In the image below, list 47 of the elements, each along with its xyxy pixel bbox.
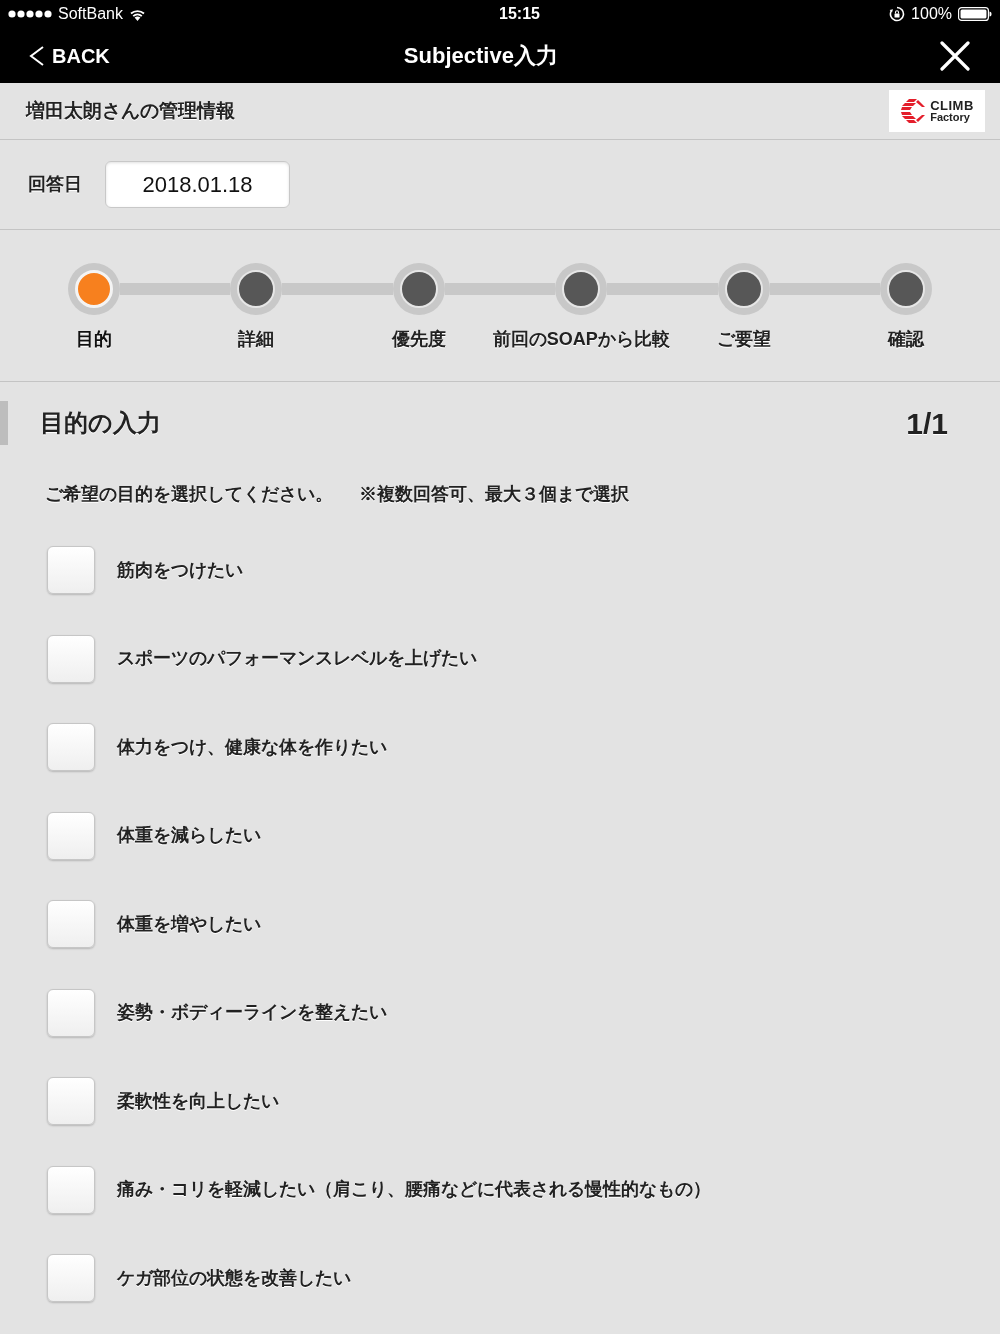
screen-title: Subjective入力 — [403, 44, 558, 67]
step-label: 確認 — [888, 328, 925, 350]
logo-text: Factory — [930, 111, 971, 123]
member-info-title: 増田太朗さんの管理情報 — [26, 98, 235, 123]
carrier-name: SoftBank — [58, 6, 123, 22]
option-label: 姿勢・ボディーラインを整えたい — [117, 1001, 387, 1025]
battery-icon — [958, 7, 992, 21]
step-label: 優先度 — [391, 328, 446, 350]
option-label: 筋肉をつけたい — [117, 558, 243, 582]
checkbox[interactable] — [47, 1165, 95, 1214]
answer-date-label: 回答日 — [28, 173, 82, 196]
date-field[interactable]: 2018.01.18 — [105, 161, 290, 208]
section-accent-bar — [0, 401, 8, 445]
checkbox[interactable] — [47, 1254, 95, 1303]
close-button[interactable] — [940, 40, 970, 71]
checkbox[interactable] — [47, 900, 95, 949]
step-label: 目的 — [76, 328, 112, 350]
checkbox[interactable] — [47, 811, 95, 860]
checkbox[interactable] — [47, 723, 95, 772]
option-label: ケガ部位の状態を改善したい — [117, 1266, 351, 1290]
status-time: 15:15 — [499, 6, 540, 22]
step-label: 詳細 — [238, 328, 275, 350]
battery-percentage: 100% — [911, 6, 952, 22]
step-label: 前回のSOAPから比較 — [492, 328, 670, 350]
rotation-lock-icon — [889, 6, 906, 22]
close-icon — [940, 40, 970, 71]
signal-icon — [8, 10, 52, 18]
logo-mark-icon — [900, 97, 927, 124]
wifi-icon — [128, 7, 146, 21]
checkbox[interactable] — [47, 1077, 95, 1126]
selection-note: ※複数回答可、最大３個まで選択 — [359, 482, 629, 506]
chevron-left-icon — [29, 45, 44, 66]
option-label: 柔軟性を向上したい — [117, 1089, 279, 1113]
option-label: スポーツのパフォーマンスレベルを上げたい — [117, 647, 477, 671]
instruction-text: ご希望の目的を選択してください。 — [45, 482, 333, 506]
option-label: 体重を減らしたい — [117, 824, 261, 848]
logo-text: CLIMB — [930, 98, 974, 112]
checkbox[interactable] — [47, 634, 95, 683]
checkbox[interactable] — [47, 988, 95, 1037]
section-title: 目的の入力 — [40, 408, 161, 438]
option-label: 体重を増やしたい — [117, 912, 261, 936]
option-label: 体力をつけ、健康な体を作りたい — [117, 735, 387, 759]
back-button[interactable]: BACK — [29, 45, 110, 66]
option-label: 痛み・コリを軽減したい（肩こり、腰痛などに代表される慢性的なもの） — [117, 1178, 711, 1202]
page-indicator: 1/1 — [906, 405, 948, 442]
checkbox[interactable] — [47, 546, 95, 595]
step-label: ご要望 — [716, 328, 771, 350]
